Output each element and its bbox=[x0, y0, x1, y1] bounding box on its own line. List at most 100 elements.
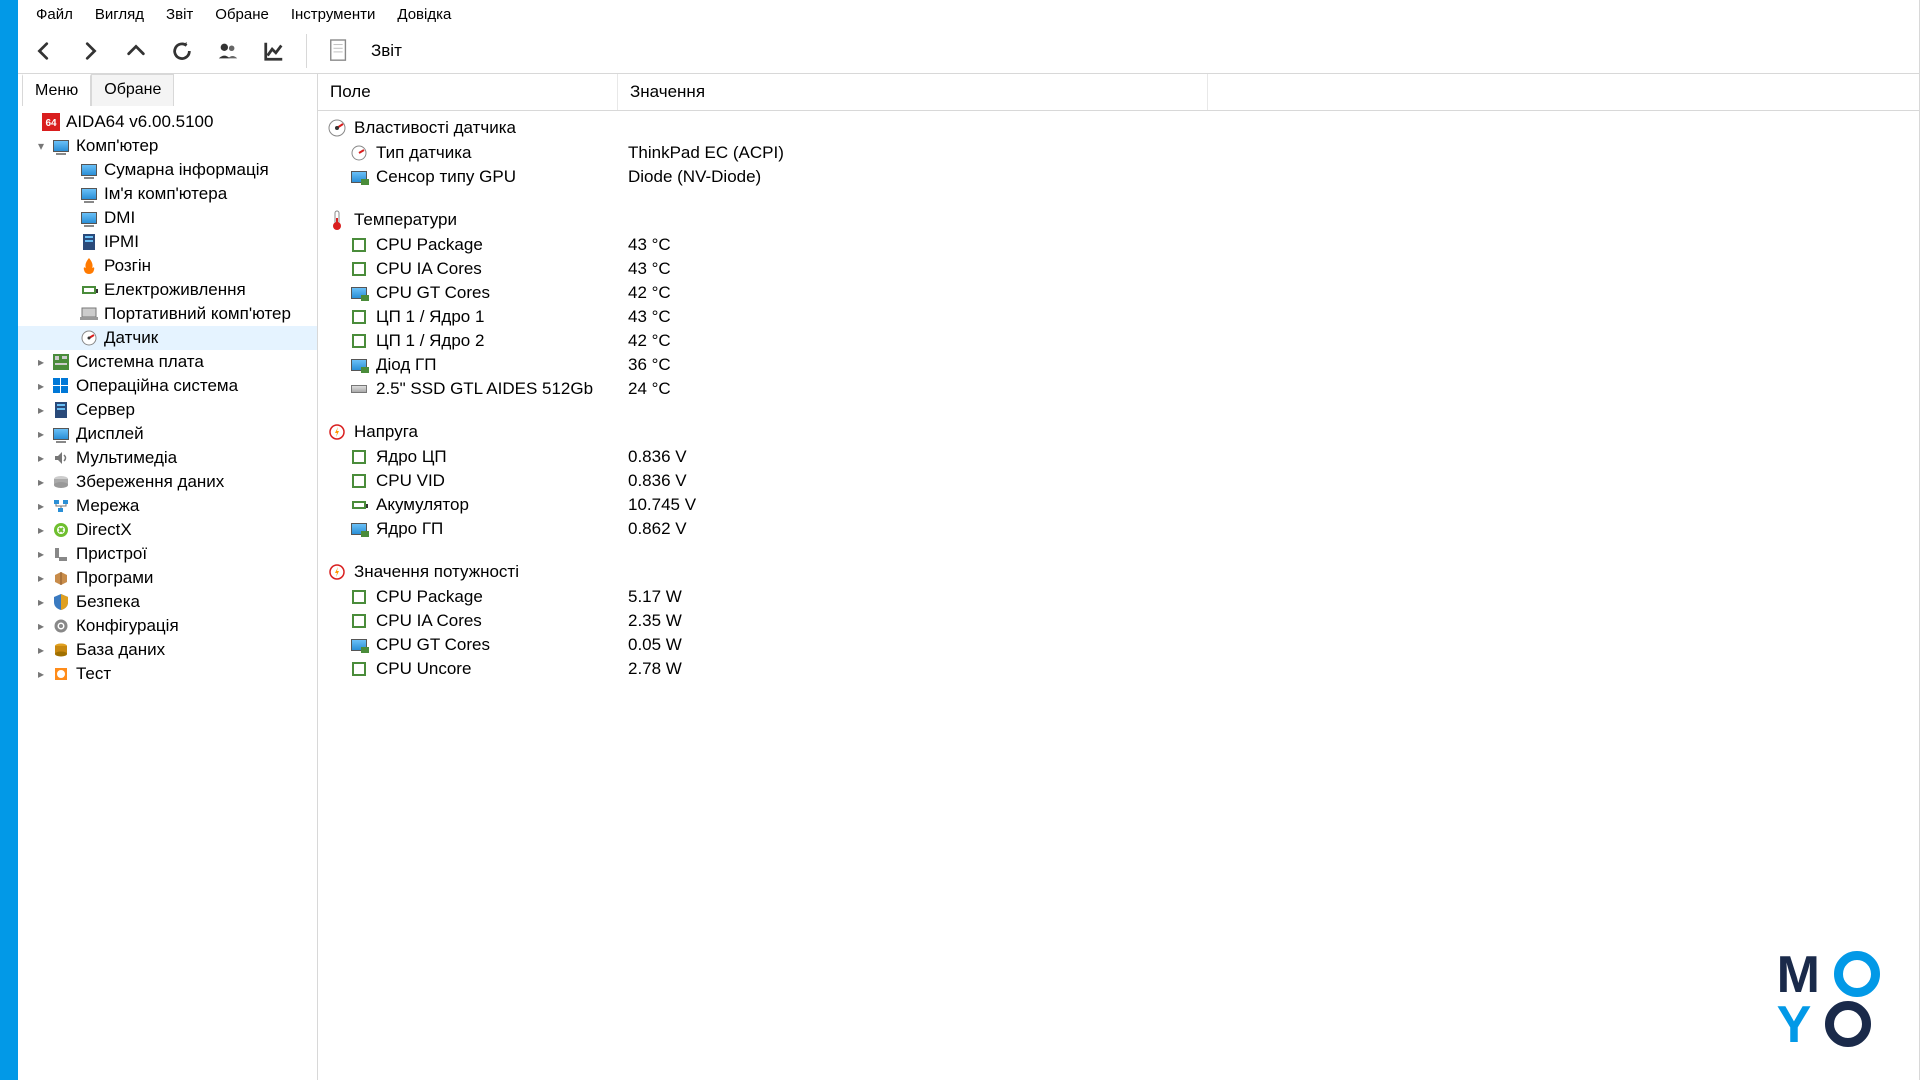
tab-favorites[interactable]: Обране bbox=[91, 74, 174, 106]
tree-sensor[interactable]: Датчик bbox=[18, 326, 317, 350]
tree-multimedia[interactable]: ▸Мультимедіа bbox=[18, 446, 317, 470]
sensor-icon bbox=[78, 329, 100, 347]
report-label[interactable]: Звіт bbox=[371, 41, 402, 61]
chevron-right-icon[interactable]: ▸ bbox=[32, 595, 50, 609]
tree-display[interactable]: ▸Дисплей bbox=[18, 422, 317, 446]
tree-power-mgmt[interactable]: Електроживлення bbox=[18, 278, 317, 302]
chevron-down-icon[interactable]: ▾ bbox=[32, 139, 50, 153]
column-value[interactable]: Значення bbox=[618, 74, 1208, 110]
menu-view[interactable]: Вигляд bbox=[85, 2, 154, 27]
tab-menu[interactable]: Меню bbox=[22, 74, 91, 106]
chevron-right-icon[interactable]: ▸ bbox=[32, 571, 50, 585]
tree-ipmi[interactable]: IPMI bbox=[18, 230, 317, 254]
gpu-icon bbox=[348, 636, 370, 654]
report-doc-icon[interactable] bbox=[321, 33, 357, 69]
chevron-right-icon[interactable]: ▸ bbox=[32, 523, 50, 537]
tree-computer-name[interactable]: Ім'я комп'ютера bbox=[18, 182, 317, 206]
data-row[interactable]: ЦП 1 / Ядро 242 °C bbox=[318, 329, 1919, 353]
data-row[interactable]: Ядро ЦП0.836 V bbox=[318, 445, 1919, 469]
up-button[interactable] bbox=[118, 33, 154, 69]
menu-help[interactable]: Довідка bbox=[387, 2, 461, 27]
chevron-right-icon[interactable]: ▸ bbox=[32, 355, 50, 369]
column-field[interactable]: Поле bbox=[318, 74, 618, 110]
menu-tools[interactable]: Інструменти bbox=[281, 2, 386, 27]
chevron-right-icon[interactable]: ▸ bbox=[32, 379, 50, 393]
chevron-right-icon[interactable]: ▸ bbox=[32, 451, 50, 465]
data-row[interactable]: CPU VID0.836 V bbox=[318, 469, 1919, 493]
monitor-icon bbox=[50, 425, 72, 443]
monitor-icon bbox=[78, 161, 100, 179]
data-row[interactable]: Діод ГП36 °C bbox=[318, 353, 1919, 377]
chevron-right-icon[interactable]: ▸ bbox=[32, 547, 50, 561]
chevron-right-icon[interactable]: ▸ bbox=[32, 403, 50, 417]
data-row[interactable]: CPU Package43 °C bbox=[318, 233, 1919, 257]
chevron-right-icon[interactable]: ▸ bbox=[32, 619, 50, 633]
monitor-icon bbox=[78, 185, 100, 203]
data-row[interactable]: 2.5" SSD GTL AIDES 512Gb24 °C bbox=[318, 377, 1919, 401]
data-row[interactable]: Тип датчикаThinkPad EC (ACPI) bbox=[318, 141, 1919, 165]
tree-software[interactable]: ▸Програми bbox=[18, 566, 317, 590]
data-row[interactable]: Акумулятор10.745 V bbox=[318, 493, 1919, 517]
chip-icon bbox=[348, 308, 370, 326]
data-row[interactable]: Сенсор типу GPUDiode (NV-Diode) bbox=[318, 165, 1919, 189]
data-row[interactable]: CPU Uncore2.78 W bbox=[318, 657, 1919, 681]
chip-icon bbox=[348, 260, 370, 278]
chip-icon bbox=[348, 660, 370, 678]
chevron-right-icon[interactable]: ▸ bbox=[32, 643, 50, 657]
tree-root[interactable]: 64AIDA64 v6.00.5100 bbox=[18, 110, 317, 134]
tree-security[interactable]: ▸Безпека bbox=[18, 590, 317, 614]
test-icon bbox=[50, 665, 72, 683]
data-row[interactable]: CPU Package5.17 W bbox=[318, 585, 1919, 609]
details-content[interactable]: Властивості датчика Тип датчикаThinkPad … bbox=[318, 111, 1919, 1080]
sensor-icon bbox=[348, 144, 370, 162]
chevron-right-icon[interactable]: ▸ bbox=[32, 499, 50, 513]
tree-devices[interactable]: ▸Пристрої bbox=[18, 542, 317, 566]
data-row[interactable]: CPU IA Cores43 °C bbox=[318, 257, 1919, 281]
menu-file[interactable]: Файл bbox=[26, 2, 83, 27]
data-row[interactable]: CPU IA Cores2.35 W bbox=[318, 609, 1919, 633]
tree-server[interactable]: ▸Сервер bbox=[18, 398, 317, 422]
chevron-right-icon[interactable]: ▸ bbox=[32, 667, 50, 681]
tree-os[interactable]: ▸Операційна система bbox=[18, 374, 317, 398]
tree-storage[interactable]: ▸Збереження даних bbox=[18, 470, 317, 494]
tree-benchmark[interactable]: ▸Тест bbox=[18, 662, 317, 686]
back-button[interactable] bbox=[26, 33, 62, 69]
data-row[interactable]: Ядро ГП0.862 V bbox=[318, 517, 1919, 541]
tree-overclock[interactable]: Розгін bbox=[18, 254, 317, 278]
menu-report[interactable]: Звіт bbox=[156, 2, 203, 27]
graph-icon[interactable] bbox=[256, 33, 292, 69]
aida64-icon: 64 bbox=[40, 113, 62, 131]
tree-config[interactable]: ▸Конфігурація bbox=[18, 614, 317, 638]
database-icon bbox=[50, 641, 72, 659]
server-icon bbox=[50, 401, 72, 419]
svg-text:64: 64 bbox=[45, 118, 57, 129]
refresh-button[interactable] bbox=[164, 33, 200, 69]
chip-icon bbox=[348, 612, 370, 630]
tree-portable[interactable]: Портативний комп'ютер bbox=[18, 302, 317, 326]
forward-button[interactable] bbox=[72, 33, 108, 69]
data-row[interactable]: CPU GT Cores0.05 W bbox=[318, 633, 1919, 657]
details-pane: Поле Значення Властивості датчика Тип да… bbox=[318, 74, 1919, 1080]
speaker-icon bbox=[50, 449, 72, 467]
directx-icon bbox=[50, 521, 72, 539]
tree-summary[interactable]: Сумарна інформація bbox=[18, 158, 317, 182]
tree-network[interactable]: ▸Мережа bbox=[18, 494, 317, 518]
ssd-icon bbox=[348, 380, 370, 398]
chevron-right-icon[interactable]: ▸ bbox=[32, 475, 50, 489]
thermometer-icon bbox=[326, 211, 348, 229]
tree-motherboard[interactable]: ▸Системна плата bbox=[18, 350, 317, 374]
lightning-icon bbox=[326, 563, 348, 581]
tree-directx[interactable]: ▸DirectX bbox=[18, 518, 317, 542]
users-icon[interactable] bbox=[210, 33, 246, 69]
tree-computer[interactable]: ▾Комп'ютер bbox=[18, 134, 317, 158]
nav-tree[interactable]: 64AIDA64 v6.00.5100 ▾Комп'ютер Сумарна і… bbox=[18, 106, 317, 1080]
laptop-icon bbox=[78, 305, 100, 323]
menu-favorites[interactable]: Обране bbox=[205, 2, 279, 27]
chevron-right-icon[interactable]: ▸ bbox=[32, 427, 50, 441]
tree-database[interactable]: ▸База даних bbox=[18, 638, 317, 662]
data-row[interactable]: CPU GT Cores42 °C bbox=[318, 281, 1919, 305]
chip-icon bbox=[348, 236, 370, 254]
tree-dmi[interactable]: DMI bbox=[18, 206, 317, 230]
data-row[interactable]: ЦП 1 / Ядро 143 °C bbox=[318, 305, 1919, 329]
monitor-icon bbox=[78, 209, 100, 227]
